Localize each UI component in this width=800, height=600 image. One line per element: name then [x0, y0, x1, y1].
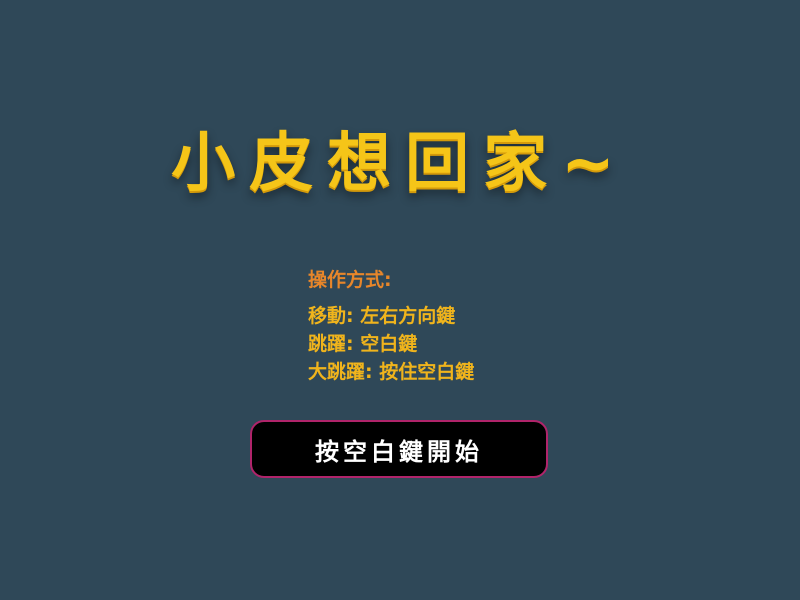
- controls-heading: 操作方式:: [308, 269, 392, 291]
- game-title: 小皮想回家~: [171, 127, 629, 201]
- control-big-jump: 大跳躍: 按住空白鍵: [308, 361, 475, 383]
- controls-panel: 操作方式: 移動: 左右方向鍵 跳躍: 空白鍵 大跳躍: 按住空白鍵: [308, 268, 474, 386]
- game-start-screen: 小皮想回家~ 操作方式: 移動: 左右方向鍵 跳躍: 空白鍵 大跳躍: 按住空白…: [0, 0, 800, 600]
- control-jump: 跳躍: 空白鍵: [308, 333, 418, 355]
- control-move: 移動: 左右方向鍵: [308, 305, 456, 327]
- start-button[interactable]: 按空白鍵開始: [250, 420, 548, 478]
